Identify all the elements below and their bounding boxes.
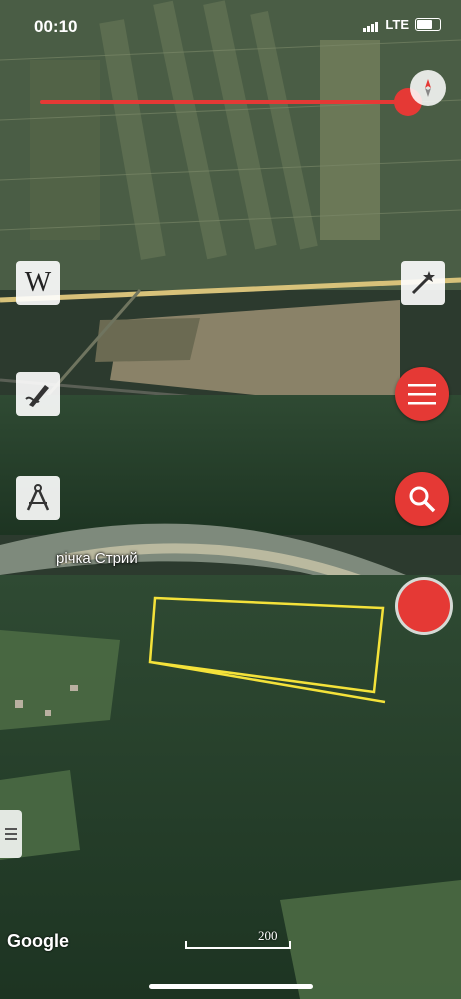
search-icon bbox=[409, 486, 436, 513]
measure-button[interactable] bbox=[16, 476, 60, 520]
scale-bar bbox=[185, 941, 291, 949]
clock: 00:10 bbox=[34, 17, 78, 36]
network-label: LTE bbox=[385, 17, 409, 32]
menu-button[interactable] bbox=[395, 367, 449, 421]
opacity-slider-track[interactable] bbox=[40, 100, 408, 104]
battery-icon bbox=[415, 18, 441, 31]
draw-button[interactable] bbox=[16, 372, 60, 416]
status-bar: 00:10 LTE bbox=[0, 0, 461, 54]
magic-wand-button[interactable] bbox=[401, 261, 445, 305]
search-button[interactable] bbox=[395, 472, 449, 526]
record-icon[interactable] bbox=[398, 580, 450, 632]
river-label: річка Стрий bbox=[56, 550, 138, 567]
menu-icon bbox=[408, 384, 436, 405]
wikipedia-button[interactable]: W bbox=[16, 261, 60, 305]
google-attribution: Google bbox=[7, 931, 69, 951]
home-indicator[interactable] bbox=[149, 984, 313, 989]
draw-icon bbox=[25, 385, 49, 407]
satellite-map[interactable] bbox=[0, 0, 461, 999]
magic-wand-icon bbox=[411, 271, 435, 295]
wikipedia-icon: W bbox=[24, 267, 52, 298]
compass-tool-icon bbox=[26, 484, 50, 511]
side-panel-button[interactable] bbox=[0, 810, 22, 858]
compass-icon[interactable] bbox=[410, 70, 446, 106]
signal-icon bbox=[363, 17, 379, 32]
side-panel-icon bbox=[5, 828, 17, 840]
